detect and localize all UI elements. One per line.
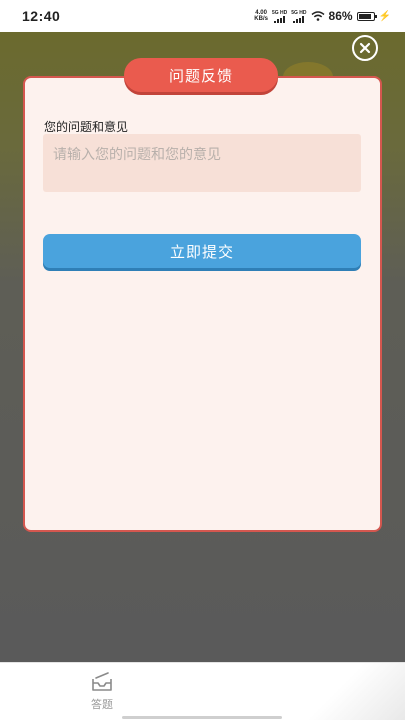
signal-5g-1: 5G HD [272, 10, 287, 23]
nav-item-answer[interactable]: 答题 [80, 671, 124, 717]
signal-bars-icon [293, 15, 305, 23]
nav-item-label: 答题 [91, 698, 113, 711]
close-icon [359, 42, 371, 54]
feedback-input[interactable] [43, 134, 361, 192]
corner-glare [300, 662, 405, 720]
network-speed: 4.00 KB/s [254, 10, 268, 22]
battery-icon [356, 11, 377, 21]
network-speed-unit: KB/s [254, 16, 268, 22]
home-indicator[interactable] [122, 716, 282, 719]
wifi-icon [311, 11, 324, 21]
charging-icon: ⚡ [378, 10, 391, 22]
status-time: 12:40 [22, 8, 61, 24]
status-bar: 12:40 4.00 KB/s 5G HD 5G HD 86% ⚡ [0, 0, 405, 32]
close-button[interactable] [352, 35, 378, 61]
submit-button[interactable]: 立即提交 [43, 234, 361, 268]
signal-5g-2: 5G HD [291, 10, 307, 23]
dialog-title: 问题反馈 [124, 58, 278, 92]
answer-tray-icon [92, 672, 112, 691]
status-indicators: 4.00 KB/s 5G HD 5G HD 86% ⚡ [254, 9, 391, 23]
feedback-field-label: 您的问题和意见 [44, 120, 129, 134]
signal-bars-icon [274, 15, 286, 23]
battery-percent: 86% [328, 9, 353, 23]
